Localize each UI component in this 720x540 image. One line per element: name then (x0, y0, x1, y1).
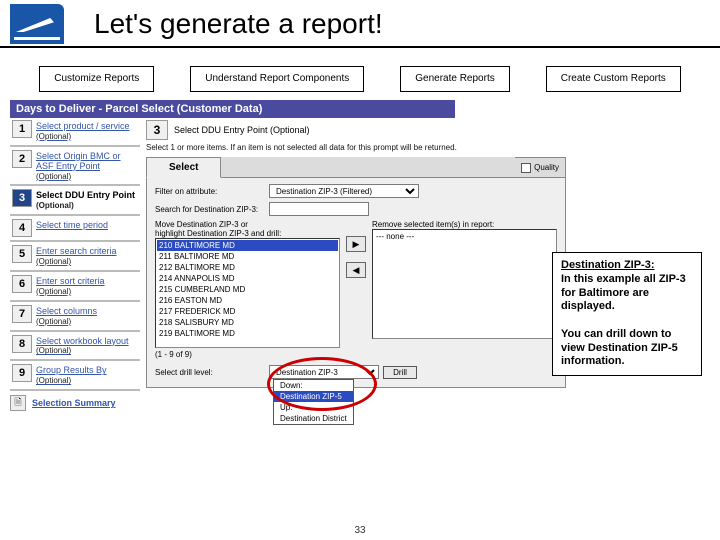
slide-number: 33 (0, 525, 720, 536)
usps-logo-icon (10, 4, 64, 44)
available-item[interactable]: 219 BALTIMORE MD (157, 328, 338, 339)
available-item[interactable]: 218 SALISBURY MD (157, 317, 338, 328)
step-7: 7Select columns(Optional) (10, 303, 140, 329)
step-link[interactable]: Select workbook layout(Optional) (36, 335, 138, 357)
step-8: 8Select workbook layout(Optional) (10, 333, 140, 359)
drill-menu-district[interactable]: Destination District (274, 413, 353, 424)
drill-button[interactable]: Drill (383, 366, 417, 379)
step-5: 5Enter search criteria(Optional) (10, 243, 140, 269)
available-item[interactable]: 211 BALTIMORE MD (157, 251, 338, 262)
nav-customize[interactable]: Customize Reports (39, 66, 154, 92)
selected-caption: Remove selected item(s) in report: (372, 220, 557, 229)
selection-summary[interactable]: 🗎 Selection Summary (10, 395, 140, 411)
drill-menu-up-hdr: Up: (274, 402, 353, 413)
drill-label: Select drill level: (155, 368, 265, 377)
available-item[interactable]: 216 EASTON MD (157, 295, 338, 306)
step-link[interactable]: Select time period (36, 219, 138, 231)
wizard-steps: 1Select product / service(Optional) 2Sel… (10, 118, 140, 411)
page-title: Let's generate a report! (94, 8, 383, 40)
breadcrumb: Days to Deliver - Parcel Select (Custome… (10, 100, 455, 118)
step-1: 1Select product / service(Optional) (10, 118, 140, 144)
filter-attr-label: Filter on attribute: (155, 187, 265, 196)
step-link[interactable]: Select Origin BMC or ASF Entry Point(Opt… (36, 150, 138, 182)
callout-p2: You can drill down to view Destination Z… (561, 328, 678, 368)
available-list[interactable]: 210 BALTIMORE MD211 BALTIMORE MD212 BALT… (155, 238, 340, 348)
selected-list[interactable]: --- none --- (372, 229, 557, 339)
filter-search-label: Search for Destination ZIP-3: (155, 205, 265, 214)
current-step-num: 3 (146, 120, 168, 140)
drill-menu-zip5[interactable]: Destination ZIP-5 (274, 391, 353, 402)
drill-level-select[interactable]: Destination ZIP-3 (269, 365, 379, 379)
filter-attr-select[interactable]: Destination ZIP-3 (Filtered) (269, 184, 419, 198)
step-link[interactable]: Group Results By(Optional) (36, 364, 138, 386)
callout-box: Destination ZIP-3: In this example all Z… (552, 252, 702, 376)
summary-icon: 🗎 (10, 395, 26, 411)
callout-heading: Destination ZIP-3: (561, 259, 655, 271)
step-link[interactable]: Select columns(Optional) (36, 305, 138, 327)
nav-understand[interactable]: Understand Report Components (190, 66, 364, 92)
current-step-heading: Select DDU Entry Point (Optional) (174, 125, 310, 135)
step-link[interactable]: Enter sort criteria(Optional) (36, 275, 138, 297)
nav-generate[interactable]: Generate Reports (400, 66, 510, 92)
available-pager: (1 - 9 of 9) (155, 350, 340, 359)
step-instructions: Select 1 or more items. If an item is no… (146, 143, 566, 152)
nav-row: Customize Reports Understand Report Comp… (0, 66, 720, 92)
available-item[interactable]: 217 FREDERICK MD (157, 306, 338, 317)
filter-search-input[interactable] (269, 202, 369, 216)
step-3: 3Select DDU Entry Point(Optional) (10, 187, 140, 213)
available-item[interactable]: 210 BALTIMORE MD (157, 240, 338, 251)
step-link[interactable]: Enter search criteria(Optional) (36, 245, 138, 267)
step-current: Select DDU Entry Point(Optional) (36, 189, 138, 211)
callout-p1: In this example all ZIP-3 for Baltimore … (561, 273, 686, 313)
available-item[interactable]: 212 BALTIMORE MD (157, 262, 338, 273)
step-9: 9Group Results By(Optional) (10, 362, 140, 388)
quality-checkbox[interactable]: Quality (515, 157, 566, 178)
available-item[interactable]: 214 ANNAPOLIS MD (157, 273, 338, 284)
step-2: 2Select Origin BMC or ASF Entry Point(Op… (10, 148, 140, 184)
drill-dropdown-menu[interactable]: Down: Destination ZIP-5 Up: Destination … (273, 379, 354, 425)
move-left-button[interactable]: ◀ (346, 262, 366, 278)
step-4: 4Select time period (10, 217, 140, 239)
drill-menu-down-hdr: Down: (274, 380, 353, 391)
step-6: 6Enter sort criteria(Optional) (10, 273, 140, 299)
checkbox-icon (521, 163, 531, 173)
step-link[interactable]: Select product / service(Optional) (36, 120, 138, 142)
available-caption: Move Destination ZIP-3 orhighlight Desti… (155, 220, 340, 238)
tab-select[interactable]: Select (146, 157, 221, 178)
move-right-button[interactable]: ▶ (346, 236, 366, 252)
nav-create-custom[interactable]: Create Custom Reports (546, 66, 681, 92)
available-item[interactable]: 215 CUMBERLAND MD (157, 284, 338, 295)
